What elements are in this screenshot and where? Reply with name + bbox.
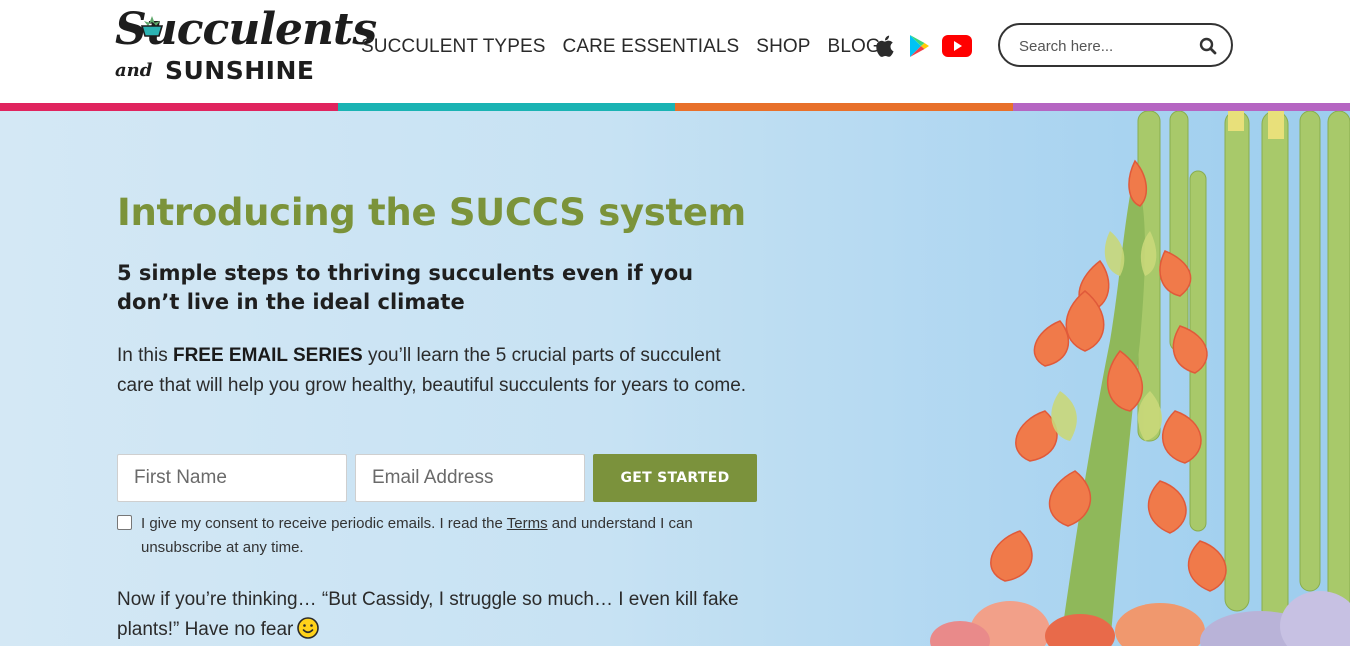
nav-item-shop[interactable]: SHOP — [756, 36, 810, 58]
stripe-segment-pink — [0, 103, 338, 111]
logo-sunshine: SUNSHINE — [165, 56, 315, 85]
stripe-segment-purple — [1012, 103, 1350, 111]
consent-checkbox[interactable] — [117, 515, 132, 530]
nav-item-care-essentials[interactable]: CARE ESSENTIALS — [563, 36, 740, 58]
stripe-segment-teal — [337, 103, 675, 111]
more-text: Now if you’re thinking… “But Cassidy, I … — [117, 589, 739, 640]
nav-item-blog[interactable]: BLOG — [828, 36, 881, 58]
hero-section: Introducing the SUCCS system 5 simple st… — [0, 111, 1350, 646]
youtube-icon[interactable] — [942, 35, 972, 57]
intro-prefix: In this — [117, 345, 173, 366]
search-box — [998, 23, 1233, 67]
first-name-field — [117, 454, 347, 502]
smiley-icon — [297, 617, 320, 639]
search-icon[interactable] — [1199, 37, 1217, 60]
terms-link[interactable]: Terms — [507, 515, 548, 532]
logo-and: and — [115, 60, 153, 81]
email-input[interactable] — [356, 455, 584, 501]
hero-headline: Introducing the SUCCS system — [117, 191, 746, 234]
google-play-icon[interactable] — [908, 34, 930, 58]
get-started-button[interactable]: GET STARTED — [593, 454, 757, 502]
hero-intro: In this FREE EMAIL SERIES you’ll learn t… — [117, 341, 757, 401]
stripe-segment-orange — [675, 103, 1013, 111]
succulent-pot-icon — [140, 16, 164, 37]
intro-bold: FREE EMAIL SERIES — [172, 345, 363, 366]
first-name-input[interactable] — [118, 455, 346, 501]
main-nav: SUCCULENT TYPES CARE ESSENTIALS SHOP BLO… — [361, 36, 898, 58]
site-header: Succulents and SUNSHINE SUCCULENT TYPES … — [0, 0, 1350, 103]
search-input[interactable] — [1019, 35, 1189, 57]
apple-podcasts-icon[interactable] — [876, 34, 896, 58]
consent-text: I give my consent to receive periodic em… — [141, 512, 751, 560]
email-field — [355, 454, 585, 502]
consent-prefix: I give my consent to receive periodic em… — [141, 515, 507, 532]
social-links — [876, 34, 984, 58]
nav-item-succulent-types[interactable]: SUCCULENT TYPES — [361, 36, 546, 58]
hero-subheadline: 5 simple steps to thriving succulents ev… — [117, 261, 694, 314]
color-stripe — [0, 103, 1350, 111]
site-logo[interactable]: Succulents and SUNSHINE — [115, 4, 377, 88]
hero-more-text: Now if you’re thinking… “But Cassidy, I … — [117, 585, 757, 645]
